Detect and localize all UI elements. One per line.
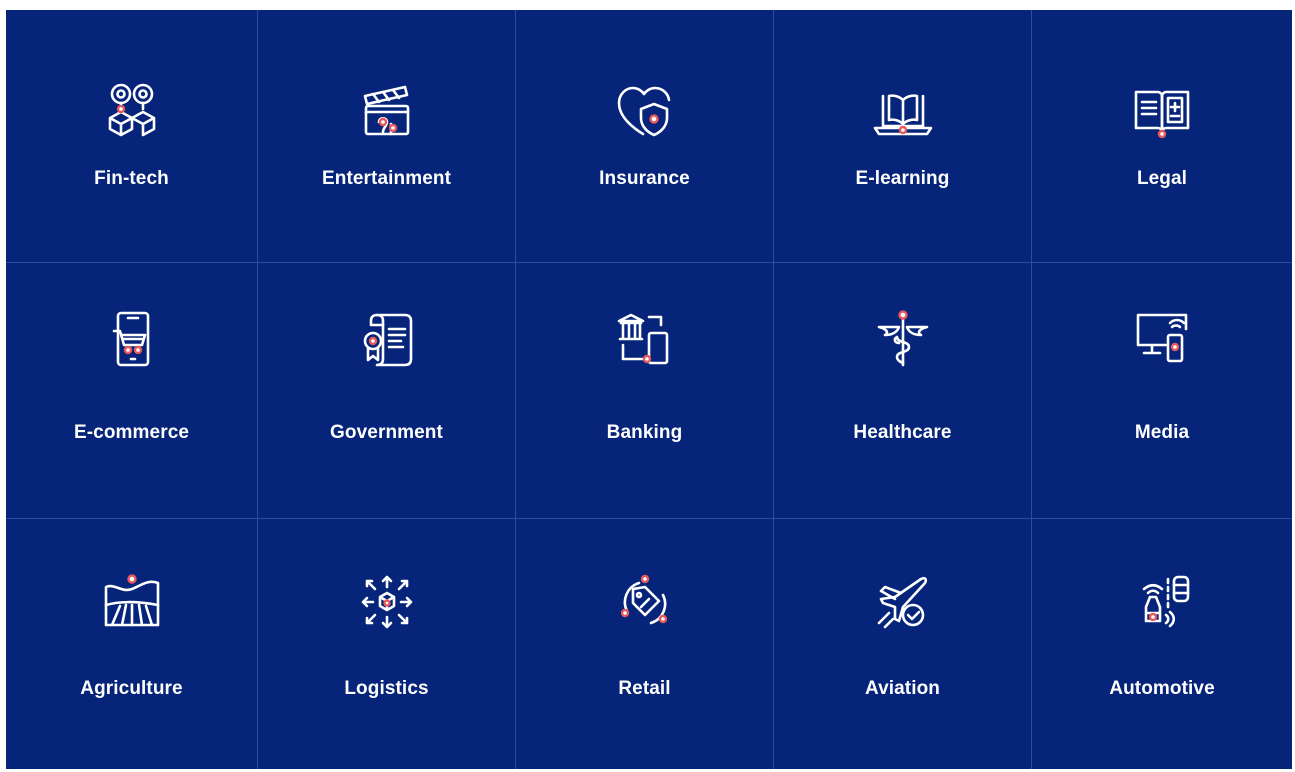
tile-banking[interactable]: Banking: [516, 263, 774, 519]
bank-mobile-icon: [609, 303, 681, 375]
caduceus-icon: [867, 303, 939, 375]
tile-aviation[interactable]: Aviation: [774, 519, 1032, 769]
connected-car-icon: [1126, 567, 1198, 639]
tile-label: Healthcare: [853, 422, 952, 443]
tile-fin-tech[interactable]: Fin-tech: [6, 10, 258, 263]
shopping-tag-icon: [609, 567, 681, 639]
tile-label: Fin-tech: [94, 168, 169, 189]
tile-agriculture[interactable]: Agriculture: [6, 519, 258, 769]
law-book-icon: [1126, 76, 1198, 148]
tile-insurance[interactable]: Insurance: [516, 10, 774, 263]
field-icon: [96, 567, 168, 639]
coins-boxes-icon: [96, 76, 168, 148]
tile-e-commerce[interactable]: E-commerce: [6, 263, 258, 519]
tile-government[interactable]: Government: [258, 263, 516, 519]
tile-label: Banking: [606, 422, 683, 443]
mobile-cart-icon: [96, 303, 168, 375]
tile-e-learning[interactable]: E-learning: [774, 10, 1032, 263]
tile-label: Aviation: [864, 678, 941, 699]
tile-label: Logistics: [344, 678, 429, 699]
monitor-remote-icon: [1126, 303, 1198, 375]
tile-retail[interactable]: Retail: [516, 519, 774, 769]
certificate-document-icon: [351, 303, 423, 375]
tile-label: Government: [330, 422, 443, 443]
tile-healthcare[interactable]: Healthcare: [774, 263, 1032, 519]
tile-label: Automotive: [1109, 678, 1215, 699]
cube-arrows-icon: [351, 567, 423, 639]
tile-label: E-commerce: [73, 422, 190, 443]
tile-label: Agriculture: [80, 678, 183, 699]
industries-grid: Fin-tech Entertainment Insurance E-learn…: [6, 10, 1292, 769]
airplane-check-icon: [867, 567, 939, 639]
tile-logistics[interactable]: Logistics: [258, 519, 516, 769]
heart-shield-icon: [609, 76, 681, 148]
tile-label: E-learning: [855, 168, 950, 189]
clapperboard-icon: [351, 76, 423, 148]
tile-legal[interactable]: Legal: [1032, 10, 1292, 263]
tile-label: Retail: [618, 678, 671, 699]
tile-automotive[interactable]: Automotive: [1032, 519, 1292, 769]
tile-label: Legal: [1136, 168, 1188, 189]
book-laptop-icon: [867, 76, 939, 148]
tile-entertainment[interactable]: Entertainment: [258, 10, 516, 263]
tile-media[interactable]: Media: [1032, 263, 1292, 519]
tile-label: Media: [1134, 422, 1190, 443]
tile-label: Entertainment: [321, 168, 452, 189]
tile-label: Insurance: [599, 168, 690, 189]
